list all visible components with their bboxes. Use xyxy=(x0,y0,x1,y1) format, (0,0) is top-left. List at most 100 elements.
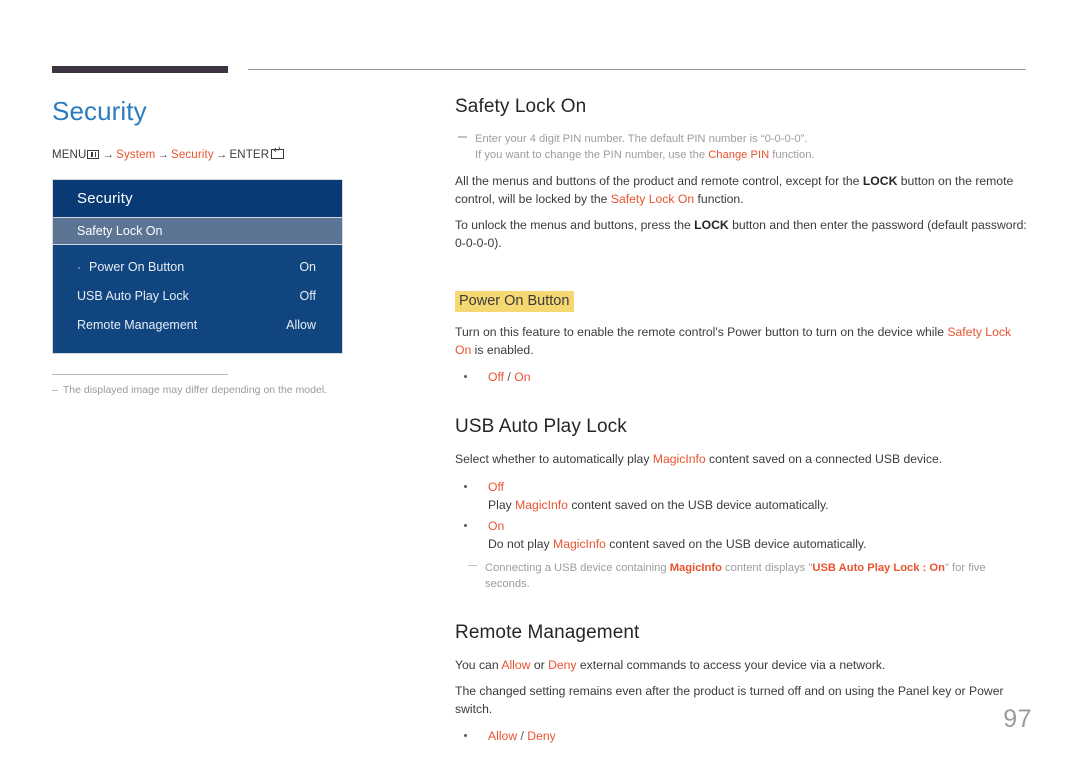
left-note-divider xyxy=(52,374,228,375)
usb-auto-play-lock-o1-part-0: Do not play xyxy=(488,537,554,551)
breadcrumb-arrow-3: → xyxy=(215,149,228,161)
section-paragraph: All the menus and buttons of the product… xyxy=(455,173,1027,208)
section-remote-management: Remote Management You can Allow or Deny e… xyxy=(455,622,1027,746)
option-value-1: Off xyxy=(488,370,505,384)
osd-row-power-on-button[interactable]: · Power On Button On xyxy=(53,252,342,281)
osd-row-label-text: Safety Lock On xyxy=(77,224,163,238)
option-value-1: Allow xyxy=(488,729,518,743)
osd-row-usb-auto-play-lock[interactable]: USB Auto Play Lock Off xyxy=(53,281,342,310)
osd-row-safety-lock-on[interactable]: Safety Lock On xyxy=(53,217,342,245)
left-note-text: The displayed image may differ depending… xyxy=(62,384,328,396)
option-detail-item: Off Play MagicInfo content saved on the U… xyxy=(455,478,1027,515)
osd-row-label: Remote Management xyxy=(77,318,197,332)
osd-row-remote-management[interactable]: Remote Management Allow xyxy=(53,310,342,339)
remote-management-p0-part-4: external commands to access your device … xyxy=(576,657,886,672)
note-link-change-pin: Change PIN xyxy=(708,149,770,161)
usb-auto-play-lock-tn-part-1: MagicInfo xyxy=(669,561,722,574)
note-line-2b: function. xyxy=(769,149,815,161)
section-usb-auto-play-lock: USB Auto Play Lock Select whether to auto… xyxy=(455,416,1027,592)
section-paragraph: Turn on this feature to enable the remot… xyxy=(455,324,1027,359)
right-column: Safety Lock On Enter your 4 digit PIN num… xyxy=(455,96,1027,751)
option-separator: / xyxy=(517,729,528,743)
osd-menu-rows: Safety Lock On · Power On Button On USB Auto… xyxy=(53,217,342,339)
safety-lock-on-p0-part-1: LOCK xyxy=(862,174,898,188)
power-on-button-p0-part-0: Turn on this feature to enable the remot… xyxy=(455,325,948,339)
usb-auto-play-lock-o0-part-2: content saved on the USB device automati… xyxy=(567,497,829,512)
usb-auto-play-lock-o0-part-1: MagicInfo xyxy=(515,497,568,512)
usb-auto-play-lock-tn-part-2: content displays " xyxy=(721,561,813,574)
option-item: Allow / Deny xyxy=(455,727,1027,745)
osd-row-label-text: Power On Button xyxy=(89,259,185,274)
section-trailing-note: Connecting a USB device containing Magic… xyxy=(465,560,1027,592)
power-on-button-p0-part-2: is enabled. xyxy=(471,342,534,357)
option-description: Play MagicInfo content saved on the USB … xyxy=(488,497,1027,515)
usb-auto-play-lock-o0-part-0: Play xyxy=(488,497,516,512)
osd-row-value: Off xyxy=(299,288,316,303)
section-note: Enter your 4 digit PIN number. The defau… xyxy=(455,131,1027,163)
option-value-2: Deny xyxy=(527,729,556,743)
note-dash-icon xyxy=(458,136,467,138)
breadcrumb-enter-label: ENTER xyxy=(229,149,270,161)
note-dash-icon xyxy=(468,564,477,567)
section-paragraph: To unlock the menus and buttons, press t… xyxy=(455,217,1027,252)
menu-grid-icon xyxy=(87,150,100,159)
enter-key-icon xyxy=(271,146,285,159)
left-column: Security MENU→System→Security→ENTER Secu… xyxy=(52,96,412,396)
option-detail-list: Off Play MagicInfo content saved on the U… xyxy=(455,478,1027,554)
option-detail-item: On Do not play MagicInfo content saved on… xyxy=(455,517,1027,554)
note-line-1: Enter your 4 digit PIN number. The defau… xyxy=(475,133,808,145)
option-list: Off / On xyxy=(455,368,1027,386)
breadcrumb-item-security: Security xyxy=(171,149,214,161)
left-note-dash: – xyxy=(52,384,58,396)
usb-auto-play-lock-p0-part-0: Select whether to automatically play xyxy=(455,452,653,466)
section-heading-highlighted: Power On Button xyxy=(455,291,575,312)
osd-row-label: USB Auto Play Lock xyxy=(77,289,189,303)
osd-menu-mock: Security Safety Lock On · Power On Button O… xyxy=(52,179,343,354)
section-paragraph: Select whether to automatically play Mag… xyxy=(455,451,1027,469)
usb-auto-play-lock-p0-part-2: content saved on a connected USB device. xyxy=(705,452,943,466)
remote-management-p0-part-1: Allow xyxy=(501,657,531,672)
breadcrumb-menu-label: MENU xyxy=(52,149,87,161)
safety-lock-on-p1-part-1: LOCK xyxy=(694,218,729,232)
usb-auto-play-lock-tn-part-3: USB Auto Play Lock : On xyxy=(812,561,945,574)
osd-row-label-text: USB Auto Play Lock xyxy=(77,288,189,303)
remote-management-p0-part-0: You can xyxy=(455,657,502,672)
note-line-2a: If you want to change the PIN number, us… xyxy=(475,149,709,161)
section-safety-lock-on: Safety Lock On Enter your 4 digit PIN num… xyxy=(455,96,1027,252)
section-heading: Remote Management xyxy=(455,621,640,643)
safety-lock-on-p0-part-4: function. xyxy=(694,191,744,206)
option-name: On xyxy=(488,519,505,533)
osd-row-label: Safety Lock On xyxy=(77,224,162,238)
safety-lock-on-p1-part-0: To unlock the menus and buttons, press t… xyxy=(455,218,695,232)
safety-lock-on-p0-part-3: Safety Lock On xyxy=(610,191,695,206)
remote-management-p0-part-3: Deny xyxy=(548,657,577,672)
page-title: Security xyxy=(52,96,147,126)
osd-menu-title: Security xyxy=(53,180,342,217)
option-item: Off / On xyxy=(455,368,1027,386)
osd-row-label-text: Remote Management xyxy=(77,317,198,332)
usb-auto-play-lock-tn-part-0: Connecting a USB device containing xyxy=(485,561,670,574)
bullet-dot-icon xyxy=(464,484,468,488)
option-value-2: On xyxy=(514,370,531,384)
usb-auto-play-lock-o1-part-1: MagicInfo xyxy=(553,537,606,551)
usb-auto-play-lock-p0-part-1: MagicInfo xyxy=(652,452,706,466)
usb-auto-play-lock-o1-part-2: content saved on the USB device automati… xyxy=(605,537,867,551)
remote-management-p1-part-0: The changed setting remains even after t… xyxy=(455,684,1004,716)
section-paragraph: The changed setting remains even after t… xyxy=(455,683,1027,718)
section-heading: USB Auto Play Lock xyxy=(455,416,627,437)
osd-row-value: On xyxy=(299,259,316,274)
header-rules xyxy=(0,0,1080,90)
option-separator: / xyxy=(504,370,515,384)
left-note: – The displayed image may differ dependin… xyxy=(52,384,412,396)
header-thin-rule xyxy=(248,69,1026,70)
option-description: Do not play MagicInfo content saved on t… xyxy=(488,536,1027,554)
breadcrumb-arrow-1: → xyxy=(102,149,115,161)
option-list: Allow / Deny xyxy=(455,727,1027,745)
bullet-dot-icon xyxy=(464,375,468,379)
section-power-on-button: Power On Button Turn on this feature to e… xyxy=(455,261,1027,386)
safety-lock-on-p0-part-0: All the menus and buttons of the product… xyxy=(455,174,863,188)
page-number: 97 xyxy=(1003,705,1032,733)
breadcrumb-item-system: System xyxy=(116,149,156,161)
osd-row-label: · Power On Button xyxy=(77,260,184,274)
breadcrumb: MENU → System → Security → ENTER xyxy=(52,146,412,161)
